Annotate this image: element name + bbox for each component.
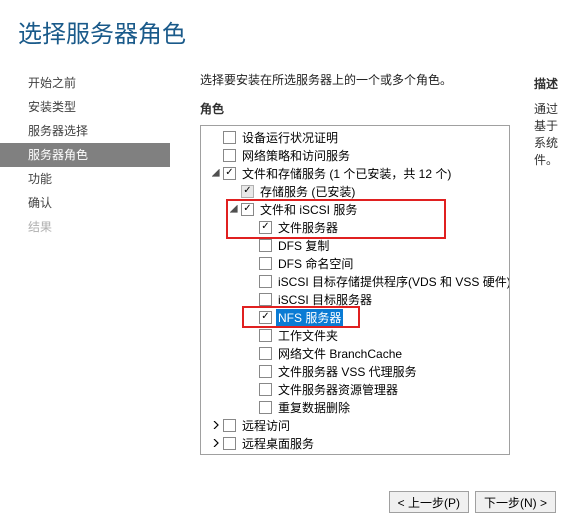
description-heading: 描述 bbox=[534, 75, 570, 92]
expander-placeholder bbox=[209, 454, 223, 455]
tree-row[interactable]: 文件和 iSCSI 服务 bbox=[203, 200, 507, 218]
checkbox[interactable] bbox=[259, 293, 272, 306]
instruction-text: 选择要安装在所选服务器上的一个或多个角色。 bbox=[200, 71, 570, 88]
checkbox[interactable] bbox=[259, 275, 272, 288]
expander-placeholder bbox=[245, 400, 259, 414]
tree-row[interactable]: 文件和存储服务 (1 个已安装，共 12 个) bbox=[203, 164, 507, 182]
tree-row[interactable]: 网络文件 BranchCache bbox=[203, 344, 507, 362]
tree-row[interactable]: 远程访问 bbox=[203, 416, 507, 434]
tree-label[interactable]: 文件服务器 bbox=[276, 219, 340, 236]
description-panel: 描述 通过 基于 系统 件。 bbox=[534, 75, 570, 168]
tree-label[interactable]: 文件服务器资源管理器 bbox=[276, 381, 400, 398]
tree-row[interactable]: iSCSI 目标服务器 bbox=[203, 290, 507, 308]
expander-placeholder bbox=[245, 364, 259, 378]
roles-tree[interactable]: 设备运行状况证明网络策略和访问服务文件和存储服务 (1 个已安装，共 12 个)… bbox=[200, 125, 510, 455]
expander-placeholder bbox=[245, 328, 259, 342]
checkbox[interactable] bbox=[259, 401, 272, 414]
expander-placeholder bbox=[209, 130, 223, 144]
nav-item-4[interactable]: 功能 bbox=[0, 167, 170, 191]
tree-label[interactable]: iSCSI 目标存储提供程序(VDS 和 VSS 硬件) bbox=[276, 273, 510, 290]
checkbox[interactable] bbox=[223, 419, 236, 432]
expander-placeholder bbox=[245, 238, 259, 252]
tree-row[interactable]: 工作文件夹 bbox=[203, 326, 507, 344]
checkbox[interactable] bbox=[259, 239, 272, 252]
tree-label[interactable]: 网络文件 BranchCache bbox=[276, 345, 404, 362]
expander-placeholder bbox=[245, 292, 259, 306]
tree-row[interactable]: 网络策略和访问服务 bbox=[203, 146, 507, 164]
checkbox[interactable] bbox=[223, 149, 236, 162]
tree-label[interactable]: 设备运行状况证明 bbox=[240, 129, 340, 146]
tree-row[interactable]: 文件服务器 VSS 代理服务 bbox=[203, 362, 507, 380]
tree-label[interactable]: 工作文件夹 bbox=[276, 327, 340, 344]
description-body: 通过 基于 系统 件。 bbox=[534, 100, 570, 168]
wizard-nav: 开始之前安装类型服务器选择服务器角色功能确认结果 bbox=[0, 71, 170, 455]
tree-row[interactable]: 主机保护者服务 bbox=[203, 452, 507, 455]
nav-item-5[interactable]: 确认 bbox=[0, 191, 170, 215]
tree-label[interactable]: 网络策略和访问服务 bbox=[240, 147, 352, 164]
expander-placeholder bbox=[209, 148, 223, 162]
checkbox[interactable] bbox=[223, 455, 236, 456]
checkbox[interactable] bbox=[223, 131, 236, 144]
collapse-icon[interactable] bbox=[209, 166, 223, 180]
expander-placeholder bbox=[245, 220, 259, 234]
checkbox[interactable] bbox=[223, 437, 236, 450]
tree-label[interactable]: 远程访问 bbox=[240, 417, 292, 434]
checkbox[interactable] bbox=[259, 221, 272, 234]
checkbox[interactable] bbox=[259, 329, 272, 342]
tree-label[interactable]: DFS 命名空间 bbox=[276, 255, 355, 272]
next-button[interactable]: 下一步(N) > bbox=[475, 491, 556, 513]
tree-label[interactable]: 文件服务器 VSS 代理服务 bbox=[276, 363, 419, 380]
tree-row[interactable]: iSCSI 目标存储提供程序(VDS 和 VSS 硬件) bbox=[203, 272, 507, 290]
tree-label[interactable]: NFS 服务器 bbox=[276, 309, 343, 326]
expander-placeholder bbox=[245, 274, 259, 288]
checkbox[interactable] bbox=[259, 347, 272, 360]
tree-row[interactable]: DFS 复制 bbox=[203, 236, 507, 254]
tree-label[interactable]: 存储服务 (已安装) bbox=[258, 183, 357, 200]
roles-heading: 角色 bbox=[200, 100, 570, 117]
tree-label[interactable]: DFS 复制 bbox=[276, 237, 331, 254]
expand-icon[interactable] bbox=[209, 436, 223, 450]
checkbox[interactable] bbox=[223, 167, 236, 180]
tree-row[interactable]: 设备运行状况证明 bbox=[203, 128, 507, 146]
tree-label[interactable]: 文件和存储服务 (1 个已安装，共 12 个) bbox=[240, 165, 453, 182]
nav-item-6: 结果 bbox=[0, 215, 170, 239]
collapse-icon[interactable] bbox=[227, 202, 241, 216]
tree-label[interactable]: 重复数据删除 bbox=[276, 399, 352, 416]
page-title: 选择服务器角色 bbox=[0, 0, 570, 49]
expander-placeholder bbox=[245, 346, 259, 360]
tree-row[interactable]: 文件服务器资源管理器 bbox=[203, 380, 507, 398]
checkbox[interactable] bbox=[259, 383, 272, 396]
nav-item-1[interactable]: 安装类型 bbox=[0, 95, 170, 119]
checkbox[interactable] bbox=[259, 257, 272, 270]
checkbox[interactable] bbox=[259, 365, 272, 378]
tree-label[interactable]: 文件和 iSCSI 服务 bbox=[258, 201, 359, 218]
tree-row[interactable]: 存储服务 (已安装) bbox=[203, 182, 507, 200]
nav-item-0[interactable]: 开始之前 bbox=[0, 71, 170, 95]
checkbox[interactable] bbox=[259, 311, 272, 324]
tree-row[interactable]: 重复数据删除 bbox=[203, 398, 507, 416]
tree-label[interactable]: iSCSI 目标服务器 bbox=[276, 291, 374, 308]
nav-item-3[interactable]: 服务器角色 bbox=[0, 143, 170, 167]
expander-placeholder bbox=[245, 382, 259, 396]
expander-placeholder bbox=[245, 256, 259, 270]
tree-row[interactable]: NFS 服务器 bbox=[203, 308, 507, 326]
checkbox[interactable] bbox=[241, 185, 254, 198]
checkbox[interactable] bbox=[241, 203, 254, 216]
expander-placeholder bbox=[227, 184, 241, 198]
prev-button[interactable]: < 上一步(P) bbox=[389, 491, 469, 513]
tree-row[interactable]: 文件服务器 bbox=[203, 218, 507, 236]
tree-row[interactable]: DFS 命名空间 bbox=[203, 254, 507, 272]
tree-row[interactable]: 远程桌面服务 bbox=[203, 434, 507, 452]
expand-icon[interactable] bbox=[209, 418, 223, 432]
tree-label[interactable]: 主机保护者服务 bbox=[240, 453, 328, 456]
tree-label[interactable]: 远程桌面服务 bbox=[240, 435, 316, 452]
nav-item-2[interactable]: 服务器选择 bbox=[0, 119, 170, 143]
expander-placeholder bbox=[245, 310, 259, 324]
